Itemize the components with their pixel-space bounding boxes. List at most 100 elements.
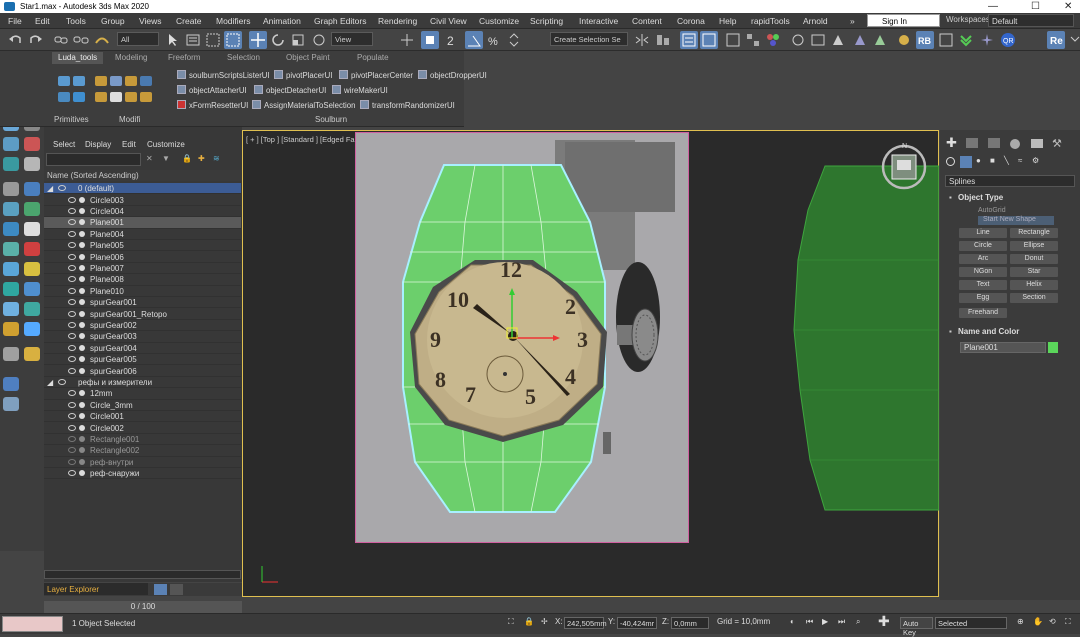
eye-icon[interactable] — [68, 424, 76, 431]
tab-populate[interactable]: Populate — [351, 52, 395, 64]
box-icon[interactable] — [58, 76, 70, 86]
shapes-icon[interactable] — [960, 156, 972, 168]
eye-icon[interactable] — [68, 310, 76, 317]
autogrid-checkbox[interactable]: AutoGrid — [978, 207, 1006, 214]
cone-icon[interactable] — [3, 137, 19, 151]
render-activeshade-icon[interactable] — [871, 31, 889, 49]
modify-tab-icon[interactable] — [966, 138, 978, 148]
chevron-down-icon[interactable] — [957, 31, 975, 49]
modifier-noise-icon[interactable] — [140, 76, 152, 86]
tool-wire-maker[interactable]: wireMakerUI — [332, 85, 388, 97]
selection-lock-icon[interactable]: 🔒 — [524, 617, 534, 629]
list-item-selected[interactable]: Plane001 — [44, 217, 241, 229]
clear-search-icon[interactable]: ✕ — [146, 154, 153, 163]
eye-icon[interactable] — [68, 333, 76, 340]
helpers-icon[interactable]: ╲ — [1004, 156, 1009, 165]
filter-lights-icon[interactable] — [3, 222, 19, 236]
object-name-input[interactable]: Plane001 — [960, 342, 1046, 353]
list-item[interactable]: Plane005 — [44, 240, 241, 252]
ellipse-button[interactable]: Ellipse — [1010, 241, 1058, 251]
modifier-taper-icon[interactable] — [125, 76, 137, 86]
render-iterative-icon[interactable] — [851, 31, 869, 49]
se-menu-display[interactable]: Display — [85, 140, 111, 149]
se-menu-select[interactable]: Select — [53, 140, 75, 149]
filter-xrefs-icon[interactable] — [24, 262, 40, 276]
eye-icon[interactable] — [68, 322, 76, 328]
modifier-twist-icon[interactable] — [110, 76, 122, 86]
eye-icon[interactable] — [68, 344, 76, 351]
list-item[interactable]: spurGear001_Retopo — [44, 309, 241, 320]
absolute-mode-icon[interactable]: ✢ — [541, 617, 548, 629]
corona-render-icon[interactable] — [895, 31, 913, 49]
cylinder-primitive-icon[interactable] — [73, 76, 85, 86]
isolate-icon[interactable]: ⛶ — [508, 617, 514, 629]
brush-icon[interactable] — [3, 397, 19, 411]
list-item[interactable]: Circle_3mm — [44, 400, 241, 412]
tab-luda-tools[interactable]: Luda_tools — [52, 52, 104, 64]
x-coordinate-field[interactable]: 242,505mm — [564, 617, 607, 629]
eye-icon[interactable] — [68, 401, 76, 408]
list-item[interactable]: Circle001 — [44, 411, 241, 423]
undo-button[interactable] — [6, 31, 24, 49]
menu-views[interactable]: Views — [139, 16, 162, 26]
tool-soulburn-scripts-lister[interactable]: soulburnScriptsListerUI — [177, 70, 270, 82]
selection-filter-select[interactable]: All — [117, 32, 159, 46]
y-coordinate-field[interactable]: -40,424mr — [617, 617, 657, 629]
menu-scripting[interactable]: Scripting — [530, 16, 563, 26]
list-item[interactable]: Circle003 — [44, 195, 241, 206]
eye-icon[interactable] — [68, 299, 76, 306]
menu-civil-view[interactable]: Civil View — [430, 16, 467, 26]
rendered-frame-window-icon[interactable] — [809, 31, 827, 49]
unlink-icon[interactable] — [72, 31, 90, 49]
qr-tool-icon[interactable]: QR — [999, 31, 1017, 49]
scene-search-input[interactable] — [46, 153, 141, 166]
tab-freeform[interactable]: Freeform — [162, 52, 206, 64]
select-object-icon[interactable] — [164, 31, 182, 49]
menu-overflow[interactable]: » — [850, 16, 855, 26]
eye-icon[interactable] — [58, 185, 66, 191]
bind-spacewarp-icon[interactable] — [93, 31, 111, 49]
expand-arrow-icon[interactable]: ◢ — [47, 184, 53, 193]
eye-icon[interactable] — [68, 253, 76, 260]
redo-button[interactable] — [27, 31, 45, 49]
spinner-snap-icon[interactable] — [505, 31, 523, 49]
curve-editor-icon[interactable] — [724, 31, 742, 49]
re-plugin-icon[interactable]: Re — [1047, 31, 1065, 49]
rotate-icon[interactable] — [269, 31, 287, 49]
filter-none-icon[interactable] — [3, 347, 19, 361]
minimize-button[interactable]: — — [988, 1, 998, 12]
ngon-button[interactable]: NGon — [959, 267, 1007, 277]
toggle-scene-explorer-icon[interactable] — [680, 31, 698, 49]
menu-corona[interactable]: Corona — [677, 16, 705, 26]
freehand-button[interactable]: Freehand — [959, 308, 1007, 318]
eye-hidden-icon[interactable] — [68, 436, 76, 442]
menu-file[interactable]: File — [8, 16, 22, 26]
key-filter-icon[interactable]: ⌕ — [856, 617, 860, 629]
layers-icon[interactable] — [24, 182, 40, 196]
eye-icon[interactable] — [68, 208, 76, 214]
set-key-icon[interactable]: ✚ — [878, 613, 890, 629]
helix-button[interactable]: Helix — [1010, 280, 1058, 290]
lights-icon[interactable]: ● — [976, 156, 981, 165]
menu-help[interactable]: Help — [719, 16, 736, 26]
eye-hidden-icon[interactable] — [68, 447, 76, 454]
sphere-primitive-icon[interactable] — [58, 92, 70, 102]
layer-explorer-toggle-icon[interactable] — [170, 584, 183, 595]
circle-button[interactable]: Circle — [959, 241, 1007, 251]
tool-pivot-placer[interactable]: pivotPlacerUI — [274, 70, 332, 82]
list-item[interactable]: Plane010 — [44, 286, 241, 298]
eye-icon[interactable] — [68, 276, 76, 283]
align-icon[interactable] — [654, 31, 672, 49]
list-item-hidden[interactable]: Rectangle002 — [44, 445, 241, 457]
filter-spacewarps-icon[interactable] — [24, 242, 40, 256]
list-item[interactable]: реф-снаружи — [44, 468, 241, 480]
scene-explorer-toggle-icon[interactable] — [154, 584, 167, 595]
list-item[interactable]: spurGear005 — [44, 354, 241, 366]
egg-button[interactable]: Egg — [959, 293, 1007, 303]
filter-icon[interactable]: ▼ — [162, 154, 170, 163]
motion-tab-icon[interactable] — [1010, 139, 1020, 149]
material-editor-icon[interactable] — [764, 31, 782, 49]
mirror-icon[interactable] — [633, 31, 651, 49]
tool-xform-resetter[interactable]: xFormResetterUI — [177, 100, 248, 112]
tab-object-paint[interactable]: Object Paint — [280, 52, 336, 64]
